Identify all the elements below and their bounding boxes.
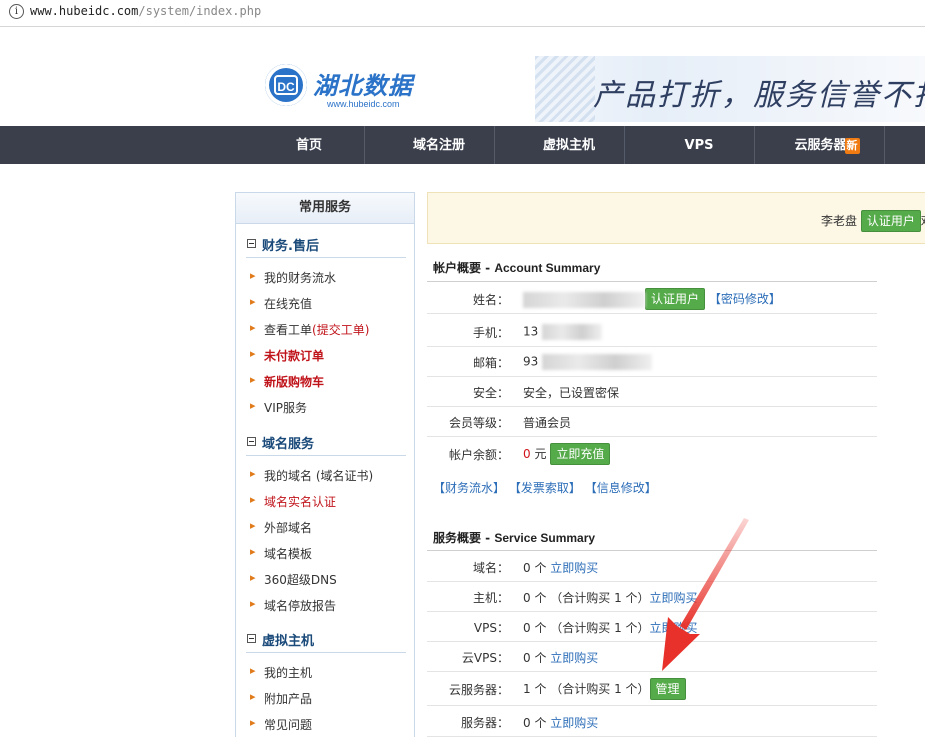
sidebar-item-finance-flow[interactable]: 我的财务流水 [250, 269, 336, 286]
collapse-icon[interactable] [247, 239, 256, 248]
account-row-phone: 手机： 13 [427, 316, 877, 347]
redacted-phone [542, 324, 603, 340]
sidebar-group-hosting[interactable]: 虚拟主机 [246, 626, 406, 653]
collapse-icon[interactable] [247, 634, 256, 643]
password-change-link[interactable]: 【密码修改】 [709, 292, 781, 306]
sidebar-group-finance[interactable]: 财务.售后 [246, 231, 406, 258]
verified-user-button[interactable]: 认证用户 [645, 288, 706, 310]
submit-ticket-link[interactable]: (提交工单) [312, 323, 369, 337]
banner-decoration [535, 56, 595, 122]
info-edit-link[interactable]: 【信息修改】 [585, 481, 657, 495]
sidebar-group-domain[interactable]: 域名服务 [246, 429, 406, 456]
sidebar-title: 常用服务 [236, 193, 414, 224]
sidebar-item-domain-template[interactable]: 域名模板 [250, 545, 312, 562]
new-badge: 新 [844, 137, 860, 154]
service-row-cloud-server: 云服务器： 1 个 （合计购买 1 个） 管理 [427, 671, 877, 706]
collapse-icon[interactable] [247, 437, 256, 446]
nav-item-vps[interactable]: VPS [634, 126, 764, 164]
sidebar-item-tickets[interactable]: 查看工单(提交工单) [250, 321, 369, 338]
buy-server-link[interactable]: 立即购买 [550, 716, 598, 730]
nav-item-home[interactable]: 首页 [244, 126, 374, 164]
divider [427, 281, 877, 282]
service-summary-title: 服务概要 - Service Summary [433, 531, 596, 545]
sidebar-item-parking-report[interactable]: 域名停放报告 [250, 597, 336, 614]
buy-cloud-vps-link[interactable]: 立即购买 [550, 651, 598, 665]
sidebar: 常用服务 财务.售后 我的财务流水 在线充值 查看工单(提交工单) 未付款订单 … [235, 192, 415, 737]
sidebar-item-addons[interactable]: 附加产品 [250, 690, 312, 707]
finance-flow-link[interactable]: 【财务流水】 [433, 481, 505, 495]
logo-site: www.hubeidc.com [327, 99, 400, 109]
account-row-balance: 帐户余额： 0 元 立即充值 [427, 436, 877, 466]
account-row-level: 会员等级： 普通会员 [427, 406, 877, 437]
main-nav: 首页 域名注册 虚拟主机 VPS 云服务器新 [0, 126, 925, 164]
sidebar-item-dns[interactable]: 360超级DNS [250, 571, 337, 588]
nav-item-domain[interactable]: 域名注册 [374, 126, 504, 164]
verified-badge: 认证用户 [860, 210, 921, 232]
nav-item-cloud-server[interactable]: 云服务器新 [762, 126, 892, 164]
recharge-button[interactable]: 立即充值 [550, 443, 611, 465]
info-icon[interactable]: i [9, 4, 24, 19]
account-links: 【财务流水】 【发票索取】 【信息修改】 [433, 479, 657, 496]
sidebar-item-new-cart[interactable]: 新版购物车 [250, 373, 324, 390]
banner-slogan: 产品打折，服务信誉不打 [593, 78, 925, 113]
redacted-name [523, 291, 645, 308]
account-row-name: 姓名： 认证用户 【密码修改】 [427, 283, 877, 314]
sidebar-item-my-domains[interactable]: 我的域名 (域名证书) [250, 467, 373, 484]
account-summary-title: 帐户概要 - Account Summary [433, 261, 601, 275]
user-notice: 李老盘 认证用户欢 [427, 192, 925, 244]
sidebar-item-domain-verify[interactable]: 域名实名认证 [250, 493, 336, 510]
buy-domain-link[interactable]: 立即购买 [550, 561, 598, 575]
service-row-cloud-vps: 云VPS： 0 个 立即购买 [427, 641, 877, 672]
user-greeting: 李老盘 认证用户欢 [821, 210, 925, 232]
url-text[interactable]: www.hubeidc.com/system/index.php [30, 4, 261, 18]
invoice-link[interactable]: 【发票索取】 [509, 481, 581, 495]
buy-vps-link[interactable]: 立即购买 [650, 621, 698, 635]
sidebar-item-faq[interactable]: 常见问题 [250, 716, 312, 733]
buy-host-link[interactable]: 立即购买 [650, 591, 698, 605]
nav-item-hosting[interactable]: 虚拟主机 [504, 126, 634, 164]
sidebar-item-my-hosts[interactable]: 我的主机 [250, 664, 312, 681]
service-row-server: 服务器： 0 个 立即购买 [427, 706, 877, 737]
service-row-vps: VPS： 0 个 （合计购买 1 个）立即购买 [427, 611, 877, 642]
account-row-email: 邮箱： 93 [427, 346, 877, 377]
sidebar-item-recharge[interactable]: 在线充值 [250, 295, 312, 312]
sidebar-item-vip[interactable]: VIP服务 [250, 399, 307, 416]
service-row-host: 主机： 0 个 （合计购买 1 个）立即购买 [427, 581, 877, 612]
service-row-domain: 域名： 0 个 立即购买 [427, 551, 877, 582]
address-bar[interactable]: i www.hubeidc.com/system/index.php [0, 0, 925, 27]
promo-banner: 产品打折，服务信誉不打 [535, 56, 925, 122]
redacted-email [542, 354, 653, 370]
manage-cloud-server-button[interactable]: 管理 [649, 678, 686, 700]
site-logo[interactable]: DC 湖北数据 www.hubeidc.com [265, 64, 435, 112]
account-row-security: 安全： 安全，已设置密保 [427, 376, 877, 407]
logo-mark-icon: DC [265, 64, 307, 106]
logo-name: 湖北数据 [313, 71, 413, 100]
sidebar-item-unpaid-orders[interactable]: 未付款订单 [250, 347, 324, 364]
sidebar-item-external-domain[interactable]: 外部域名 [250, 519, 312, 536]
balance-amount: 0 [523, 447, 531, 461]
